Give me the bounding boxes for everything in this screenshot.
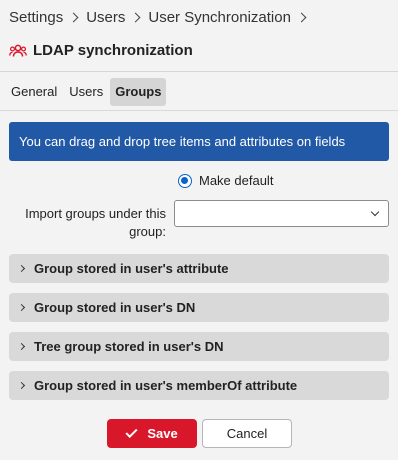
chevron-right-icon — [17, 303, 26, 312]
save-label: Save — [147, 426, 178, 441]
make-default-radio[interactable] — [178, 173, 192, 188]
section-label: Tree group stored in user's DN — [34, 339, 224, 354]
import-groups-label: Import groups under this group: — [14, 205, 166, 241]
section-label: Group stored in user's attribute — [34, 261, 229, 276]
cancel-button[interactable]: Cancel — [202, 419, 292, 448]
import-groups-select[interactable] — [174, 200, 389, 227]
page-title-text: LDAP synchronization — [33, 42, 193, 59]
section-label: Group stored in user's DN — [34, 300, 196, 315]
section-group-dn[interactable]: Group stored in user's DN — [9, 293, 389, 322]
header-divider — [0, 71, 398, 72]
section-label: Group stored in user's memberOf attribut… — [34, 378, 298, 393]
chevron-right-icon[interactable] — [296, 12, 307, 23]
breadcrumb-user-synchronization[interactable]: User Synchronization — [148, 9, 291, 26]
users-icon — [9, 44, 27, 58]
chevron-right-icon — [17, 381, 26, 390]
breadcrumb: Settings Users User Synchronization — [9, 9, 314, 26]
chevron-down-icon — [370, 207, 380, 217]
make-default-label: Make default — [199, 173, 274, 188]
page-title: LDAP synchronization — [9, 42, 193, 59]
chevron-right-icon — [130, 12, 141, 23]
chevron-right-icon — [17, 342, 26, 351]
breadcrumb-settings[interactable]: Settings — [9, 9, 63, 26]
chevron-right-icon — [68, 12, 79, 23]
chevron-right-icon — [17, 264, 26, 273]
tab-groups[interactable]: Groups — [110, 78, 167, 106]
tabs-divider — [0, 110, 398, 111]
info-banner: You can drag and drop tree items and att… — [9, 122, 389, 161]
section-tree-group-dn[interactable]: Tree group stored in user's DN — [9, 332, 389, 361]
tab-general[interactable]: General — [6, 78, 62, 106]
breadcrumb-users[interactable]: Users — [86, 9, 125, 26]
tab-users[interactable]: Users — [64, 78, 108, 106]
section-group-memberof[interactable]: Group stored in user's memberOf attribut… — [9, 371, 389, 400]
make-default-option[interactable]: Make default — [178, 173, 273, 188]
save-button[interactable]: Save — [107, 419, 197, 448]
import-groups-label-line2: group: — [129, 224, 166, 239]
check-icon — [125, 425, 138, 439]
import-groups-label-line1: Import groups under this — [25, 206, 166, 221]
section-group-attribute[interactable]: Group stored in user's attribute — [9, 254, 389, 283]
tab-bar: General Users Groups — [6, 78, 167, 106]
